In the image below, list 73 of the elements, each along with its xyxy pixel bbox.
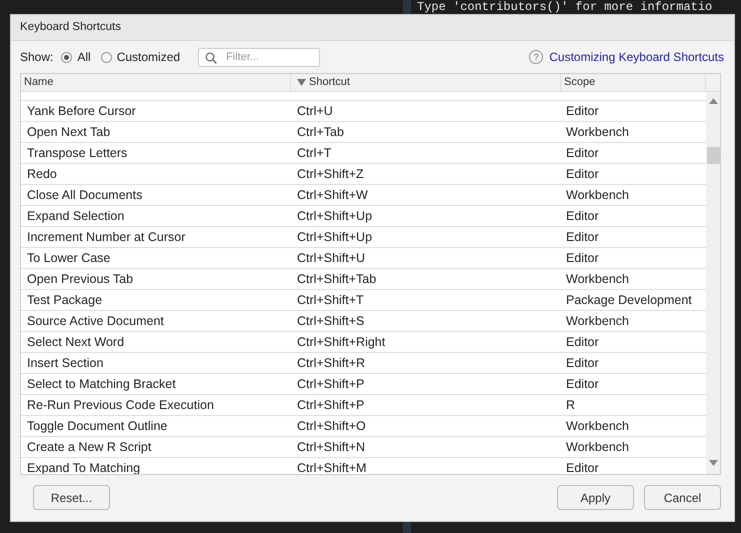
table-cell-text: Ctrl+Shift+Z — [296, 166, 365, 183]
scrollbar-thumb[interactable] — [707, 147, 720, 164]
table-cell-text: Editor — [565, 355, 600, 372]
table-cell-text: Yank Before Cursor — [26, 103, 137, 120]
table-cell-text: Editor — [565, 250, 600, 267]
table-cell-text: Editor — [565, 334, 600, 351]
table-cell-text: Ctrl+Shift+Up — [296, 208, 374, 225]
table-cell-text: Create a New R Script — [26, 439, 152, 456]
table-cell-text: R — [565, 397, 576, 414]
table-cell-text: Increment Number at Cursor — [26, 229, 186, 246]
column-header[interactable]: Name — [21, 74, 291, 91]
help-icon[interactable]: ? — [529, 50, 544, 64]
table-cell-text: Editor — [565, 376, 600, 393]
table-cell-text: Ctrl+Shift+W — [296, 187, 369, 204]
table-cell-text: Editor — [565, 208, 600, 225]
help-link[interactable]: Customizing Keyboard Shortcuts — [549, 50, 724, 64]
dialog-title: Keyboard Shortcuts — [11, 15, 734, 41]
table-cell-text: Insert Section — [26, 355, 104, 372]
table-cell-text: Toggle Document Outline — [26, 418, 168, 435]
table-cell-text: Workbench — [565, 271, 630, 288]
table-cell-text: Ctrl+Shift+Right — [296, 334, 386, 351]
table-cell-text: Editor — [565, 145, 600, 162]
apply-button[interactable]: Apply — [557, 485, 634, 510]
table-cell-text: Workbench — [565, 124, 630, 141]
reset-button[interactable]: Reset... — [33, 485, 110, 510]
table-cell-text: Package Development — [565, 292, 693, 309]
radio-button[interactable] — [61, 52, 72, 62]
table-cell-text: Ctrl+Shift+M — [296, 460, 368, 474]
column-header[interactable]: Scope — [561, 74, 706, 91]
table-cell-text: Ctrl+Shift+P — [296, 376, 366, 393]
table-cell-text: Open Next Tab — [26, 124, 112, 141]
scroll-up-icon[interactable] — [709, 98, 718, 104]
cancel-button[interactable]: Cancel — [644, 485, 721, 510]
filter-field[interactable]: Filter... — [198, 48, 320, 66]
table-cell-text: Ctrl+Shift+Tab — [296, 271, 378, 288]
table-cell-text: Ctrl+T — [296, 145, 332, 162]
radio-option[interactable]: Customized — [100, 50, 180, 64]
console-line: Type 'contributors()' for more informatio — [416, 0, 714, 14]
table-cell-text: Select Next Word — [26, 334, 126, 351]
table-cell-text: Ctrl+Shift+U — [296, 250, 366, 267]
table-cell-text: Ctrl+Shift+N — [296, 439, 366, 456]
table-cell-text: Editor — [565, 460, 600, 474]
table-cell-text: Expand Selection — [26, 208, 126, 225]
column-header[interactable]: Shortcut — [291, 74, 561, 91]
table-cell-text: Transpose Letters — [26, 145, 128, 162]
table-cell-text: Workbench — [565, 313, 630, 330]
table-cell-text: Ctrl+Shift+O — [296, 418, 367, 435]
table-cell-text: Editor — [565, 229, 600, 246]
table-cell-text: Workbench — [565, 418, 630, 435]
table-cell-text: Workbench — [565, 187, 630, 204]
table-cell-text: To Lower Case — [26, 250, 112, 267]
table-cell-text: Ctrl+Tab — [296, 124, 345, 141]
table-cell-text: Editor — [565, 103, 600, 120]
show-label: Show: — [20, 50, 54, 64]
table-cell-text: Close All Documents — [26, 187, 144, 204]
table-cell-text: Test Package — [26, 292, 104, 309]
table-cell-text: Source Active Document — [26, 313, 165, 330]
table-cell-text: Ctrl+Shift+Up — [296, 229, 374, 246]
table-cell-text: Workbench — [565, 439, 630, 456]
table-cell-text: Open Previous Tab — [26, 271, 134, 288]
table-cell-text: Ctrl+Shift+T — [296, 292, 365, 309]
radio-option[interactable]: All — [61, 50, 91, 64]
radio-button[interactable] — [100, 52, 112, 62]
table-cell-text: Ctrl+Shift+R — [296, 355, 366, 372]
scrollbar[interactable] — [706, 92, 720, 474]
table-cell-text: Ctrl+Shift+S — [296, 313, 366, 330]
table-cell-text: Redo — [26, 166, 58, 183]
table-cell-text: Select to Matching Bracket — [26, 376, 177, 393]
table-cell-text: Ctrl+Shift+P — [296, 397, 366, 414]
table-cell-text: Re-Run Previous Code Execution — [26, 397, 215, 414]
table-cell-text: Ctrl+U — [296, 103, 334, 120]
table-cell-text: Editor — [565, 166, 600, 183]
scroll-down-icon[interactable] — [709, 460, 718, 466]
